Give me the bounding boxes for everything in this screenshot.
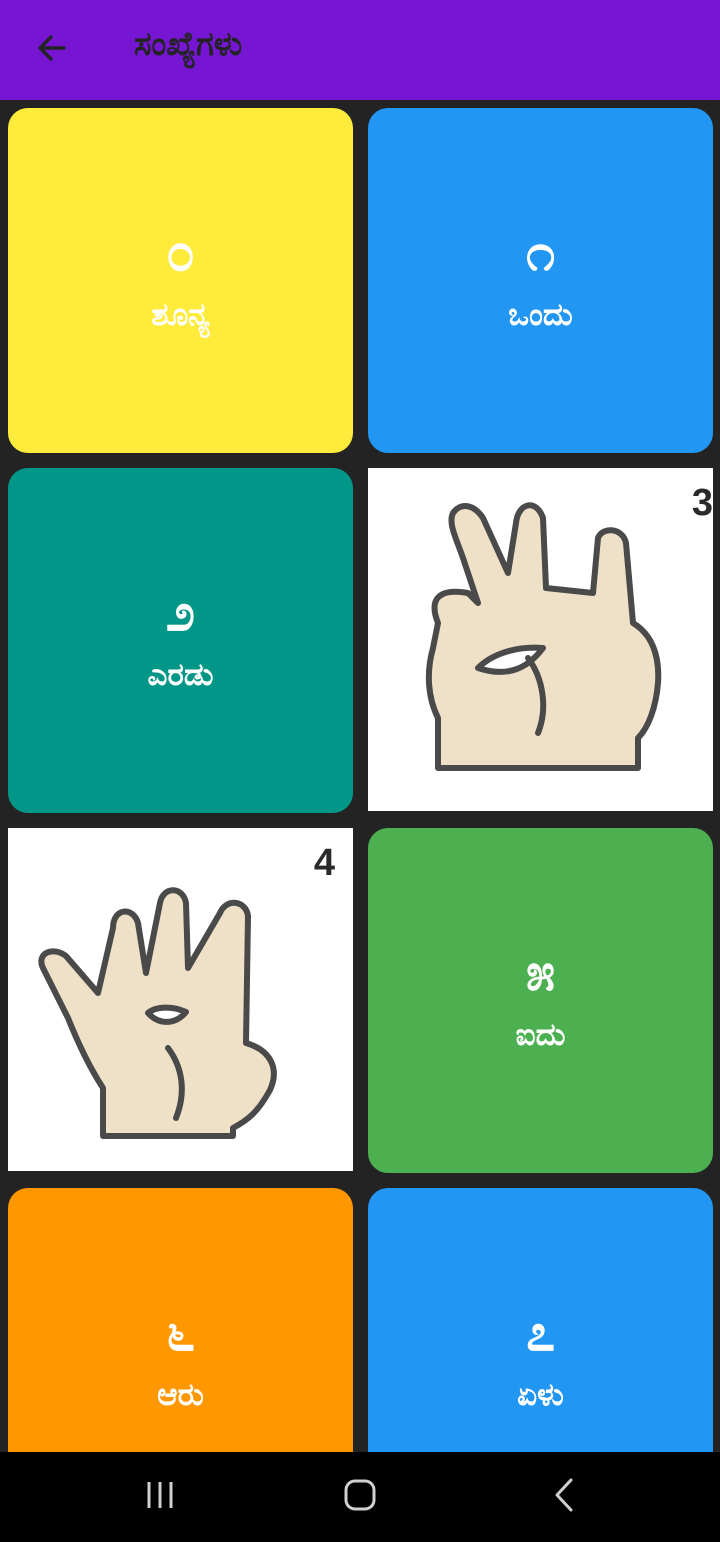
numeral: ೫	[525, 943, 556, 1003]
number-word: ಆರು	[157, 1377, 204, 1413]
numeral: ೬	[165, 1303, 196, 1363]
home-icon	[343, 1478, 377, 1516]
nav-back-icon	[552, 1477, 576, 1517]
corner-label: 3	[691, 482, 713, 524]
recent-apps-icon	[143, 1480, 177, 1514]
hand-sign-three-illustration	[425, 502, 662, 771]
corner-label: 4	[313, 842, 335, 884]
numeral: ೦	[165, 223, 196, 283]
number-tile-two[interactable]: ೨ ಎರಡು	[8, 468, 353, 813]
number-tile-seven[interactable]: ೭ ಏಳು	[368, 1188, 713, 1452]
nav-back-button[interactable]	[534, 1472, 594, 1522]
number-word: ಒಂದು	[508, 297, 573, 333]
recent-apps-button[interactable]	[130, 1472, 190, 1522]
number-tile-zero[interactable]: ೦ ಶೂನ್ಯ	[8, 108, 353, 453]
number-word: ಶೂನ್ಯ	[151, 297, 210, 333]
number-word: ಏಳು	[517, 1377, 564, 1413]
number-word: ಎರಡು	[147, 657, 214, 693]
number-tile-five[interactable]: ೫ ಐದು	[368, 828, 713, 1173]
number-word: ಐದು	[515, 1017, 566, 1053]
page-title: ಸಂಖ್ಯೆಗಳು	[134, 24, 243, 63]
numeral: ೨	[165, 583, 196, 643]
number-tile-three-image[interactable]: 3	[368, 468, 713, 811]
back-button[interactable]	[22, 22, 82, 78]
numbers-grid: ೦ ಶೂನ್ಯ ೧ ಒಂದು ೨ ಎರಡು 3 4 ೫ ಐದು ೬ ಆರು ೭ …	[0, 100, 720, 1452]
home-button[interactable]	[330, 1472, 390, 1522]
numeral: ೭	[525, 1303, 556, 1363]
number-tile-four-image[interactable]: 4	[8, 828, 353, 1171]
number-tile-one[interactable]: ೧ ಒಂದು	[368, 108, 713, 453]
app-bar: ಸಂಖ್ಯೆಗಳು	[0, 0, 720, 100]
numeral: ೧	[525, 223, 556, 283]
hand-sign-four-illustration	[38, 887, 277, 1139]
system-navigation-bar	[0, 1452, 720, 1542]
arrow-left-icon	[34, 30, 70, 70]
number-tile-six[interactable]: ೬ ಆರು	[8, 1188, 353, 1452]
